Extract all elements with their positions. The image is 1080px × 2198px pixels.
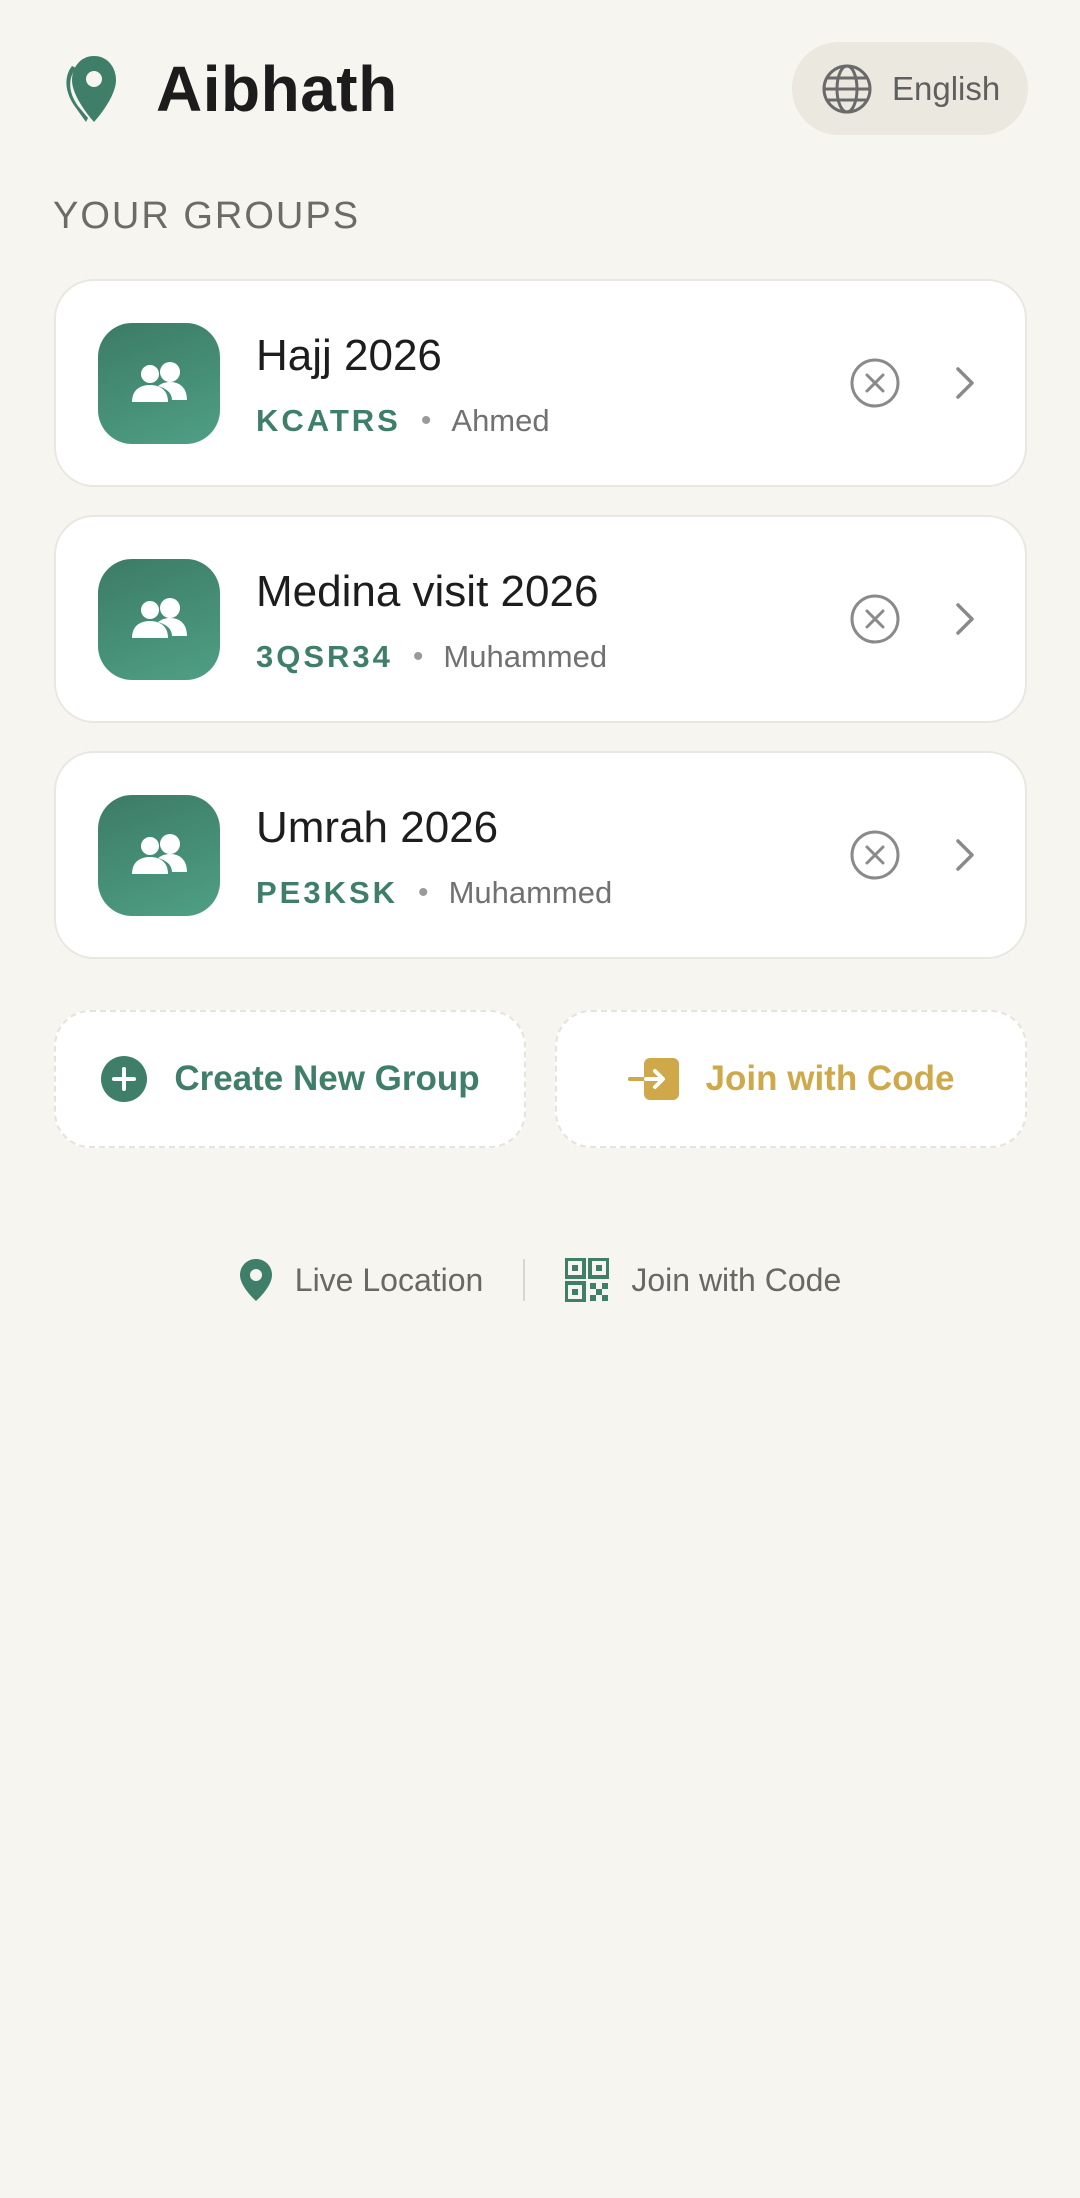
chevron-right-icon [956, 367, 974, 399]
group-avatar [98, 795, 220, 916]
group-owner: Ahmed [451, 403, 550, 438]
language-button[interactable]: English [792, 42, 1028, 135]
group-meta: PE3KSK • Muhammed [256, 875, 612, 911]
map-pin-icon [239, 1259, 272, 1301]
chevron-right-icon [956, 839, 974, 871]
close-circle-icon [850, 594, 900, 644]
meta-separator: • [412, 640, 424, 673]
group-code: PE3KSK [256, 875, 399, 910]
group-avatar [98, 323, 220, 444]
group-name: Umrah 2026 [256, 803, 499, 852]
group-name: Medina visit 2026 [256, 567, 599, 616]
footer-join-with-code-link[interactable]: Join with Code [565, 1258, 841, 1302]
footer-divider [523, 1259, 526, 1301]
close-circle-icon [850, 830, 900, 880]
leave-group-button[interactable] [849, 593, 901, 645]
language-label: English [892, 69, 1001, 107]
live-location-link[interactable]: Live Location [239, 1258, 484, 1302]
join-with-code-button[interactable]: Join with Code [555, 1010, 1027, 1148]
open-group-button[interactable] [942, 833, 986, 877]
group-meta: KCATRS • Ahmed [256, 403, 550, 439]
group-card[interactable]: Umrah 2026 PE3KSK • Muhammed [54, 751, 1027, 959]
leave-group-button[interactable] [849, 829, 901, 881]
users-icon [132, 597, 187, 638]
footer-join-with-code-label: Join with Code [631, 1261, 842, 1298]
section-title-your-groups: YOUR GROUPS [53, 195, 361, 237]
live-location-label: Live Location [294, 1261, 484, 1298]
open-group-button[interactable] [942, 361, 986, 405]
group-code: 3QSR34 [256, 639, 393, 674]
group-actions: Create New Group Join with Code [54, 1010, 1027, 1148]
group-card[interactable]: Hajj 2026 KCATRS • Ahmed [54, 279, 1027, 487]
app-header: Aibhath English [0, 0, 1080, 180]
chevron-right-icon [956, 603, 974, 635]
plus-circle-icon [101, 1056, 148, 1102]
group-meta: 3QSR34 • Muhammed [256, 639, 607, 675]
users-icon [132, 833, 187, 874]
group-owner: Muhammed [448, 875, 613, 910]
group-name: Hajj 2026 [256, 331, 442, 380]
close-circle-icon [850, 358, 900, 408]
group-avatar [98, 559, 220, 680]
group-owner: Muhammed [443, 639, 608, 674]
location-pin-icon [66, 56, 116, 122]
meta-separator: • [418, 876, 429, 909]
sign-in-icon [627, 1058, 679, 1100]
footer-links: Live Location Join with Code [0, 1250, 1080, 1310]
group-card[interactable]: Medina visit 2026 3QSR34 • Muhammed [54, 515, 1027, 723]
group-code: KCATRS [256, 403, 401, 438]
group-list: Hajj 2026 KCATRS • Ahmed Medina visit 20… [54, 279, 1027, 987]
qr-code-icon [565, 1258, 610, 1302]
globe-icon [822, 64, 872, 113]
join-with-code-label: Join with Code [705, 1059, 955, 1098]
meta-separator: • [420, 404, 432, 437]
create-group-button[interactable]: Create New Group [54, 1010, 526, 1148]
create-group-label: Create New Group [174, 1059, 480, 1098]
app-title: Aibhath [156, 53, 398, 125]
leave-group-button[interactable] [849, 357, 901, 409]
brand: Aibhath [58, 52, 398, 126]
users-icon [132, 361, 187, 402]
open-group-button[interactable] [942, 597, 986, 641]
